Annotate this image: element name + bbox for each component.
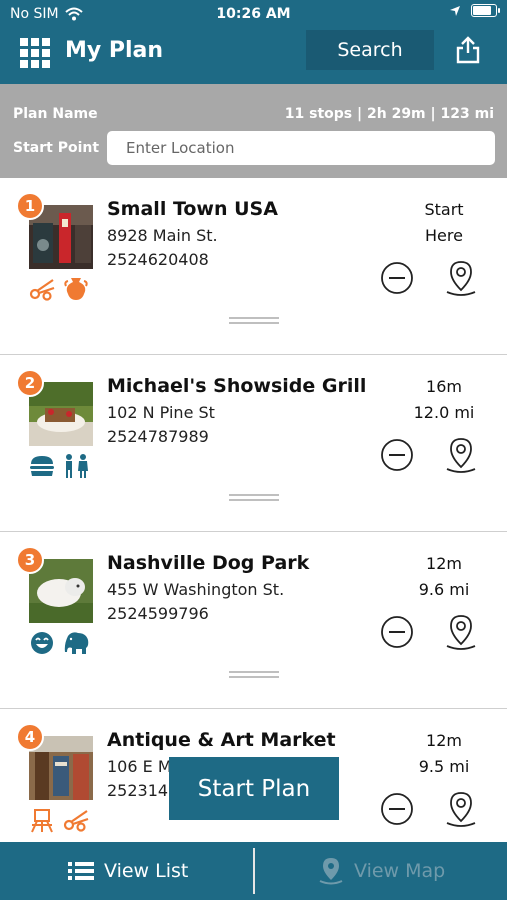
stop-time: 12m: [426, 554, 462, 573]
view-map-label: View Map: [354, 860, 446, 882]
drag-handle[interactable]: [229, 317, 279, 325]
stop-categories: [28, 630, 90, 656]
remove-stop-icon[interactable]: [380, 792, 414, 826]
stop-address: 106 E M: [107, 757, 172, 776]
map-marker-icon: [319, 858, 343, 885]
elephant-icon: [62, 630, 90, 656]
stop-card[interactable]: 2 Michael's Showside Grill 102 N Pine St…: [0, 355, 507, 532]
stop-phone[interactable]: 2523142: [107, 781, 178, 800]
stop-number-badge: 2: [16, 369, 44, 397]
plan-summary: 11 stops | 2h 29m | 123 mi: [284, 106, 494, 122]
view-list-label: View List: [104, 860, 189, 882]
nav-bar: My Plan Search: [0, 28, 507, 84]
map-pin-icon[interactable]: [443, 789, 479, 829]
start-point-label: Start Point: [13, 140, 100, 156]
drag-handle[interactable]: [229, 671, 279, 679]
start-location-input[interactable]: [107, 131, 495, 165]
map-pin-icon[interactable]: [443, 258, 479, 298]
remove-stop-icon[interactable]: [380, 261, 414, 295]
list-icon: [68, 862, 94, 880]
family-icon: [62, 453, 90, 479]
location-arrow-icon: [450, 5, 460, 16]
stop-address: 8928 Main St.: [107, 226, 218, 245]
bottom-tab-bar: View List View Map: [0, 842, 507, 900]
stop-address: 102 N Pine St: [107, 403, 215, 422]
stop-categories: [28, 453, 90, 479]
stop-address: 455 W Washington St.: [107, 580, 285, 599]
status-bar: No SIM 10:26 AM: [0, 0, 507, 28]
burger-icon: [28, 453, 56, 479]
plan-name-label: Plan Name: [13, 106, 98, 122]
stop-phone[interactable]: 2524620408: [107, 250, 209, 269]
page-title: My Plan: [65, 38, 164, 63]
status-right: [449, 4, 500, 17]
stop-distance: 12.0 mi: [413, 403, 475, 422]
stop-name[interactable]: Nashville Dog Park: [107, 552, 309, 574]
remove-stop-icon[interactable]: [380, 615, 414, 649]
stop-phone[interactable]: 2524599796: [107, 604, 209, 623]
tab-divider: [253, 848, 255, 894]
view-list-tab[interactable]: View List: [68, 842, 188, 900]
search-button[interactable]: Search: [306, 30, 434, 70]
stop-name[interactable]: Small Town USA: [107, 198, 278, 220]
status-time: 10:26 AM: [216, 6, 291, 22]
top-bar: No SIM 10:26 AM My Plan Search: [0, 0, 507, 84]
stop-card[interactable]: 3 Nashville Dog Park 455 W Washington St…: [0, 532, 507, 709]
easel-icon: [28, 807, 56, 833]
stop-time: 16m: [426, 377, 462, 396]
stop-number-badge: 1: [16, 192, 44, 220]
battery-icon: [471, 4, 500, 17]
stop-distance: 9.6 mi: [418, 580, 470, 599]
vase-icon: [62, 276, 90, 302]
scissors-icon: [28, 276, 56, 302]
stop-categories: [28, 807, 90, 833]
view-map-tab[interactable]: View Map: [318, 842, 445, 900]
stop-number-badge: 3: [16, 546, 44, 574]
grid-menu-icon[interactable]: [20, 38, 50, 68]
stop-distance: Here: [425, 226, 463, 245]
stop-time: 12m: [426, 731, 462, 750]
plan-info: Plan Name 11 stops | 2h 29m | 123 mi Sta…: [0, 84, 507, 178]
stop-categories: [28, 276, 90, 302]
stop-name[interactable]: Michael's Showside Grill: [107, 375, 366, 397]
map-pin-icon[interactable]: [443, 612, 479, 652]
stop-name[interactable]: Antique & Art Market: [107, 729, 336, 751]
map-pin-icon[interactable]: [443, 435, 479, 475]
drag-handle[interactable]: [229, 494, 279, 502]
laughing-face-icon: [28, 630, 56, 656]
stop-card[interactable]: 1 Small Town USA 8928 Main St. 252462040…: [0, 178, 507, 355]
share-icon[interactable]: [455, 36, 481, 64]
stop-time: Start: [424, 200, 464, 219]
scissors-icon: [62, 807, 90, 833]
start-plan-button[interactable]: Start Plan: [169, 757, 339, 820]
stop-number-badge: 4: [16, 723, 44, 751]
stop-distance: 9.5 mi: [418, 757, 470, 776]
stop-phone[interactable]: 2524787989: [107, 427, 209, 446]
remove-stop-icon[interactable]: [380, 438, 414, 472]
